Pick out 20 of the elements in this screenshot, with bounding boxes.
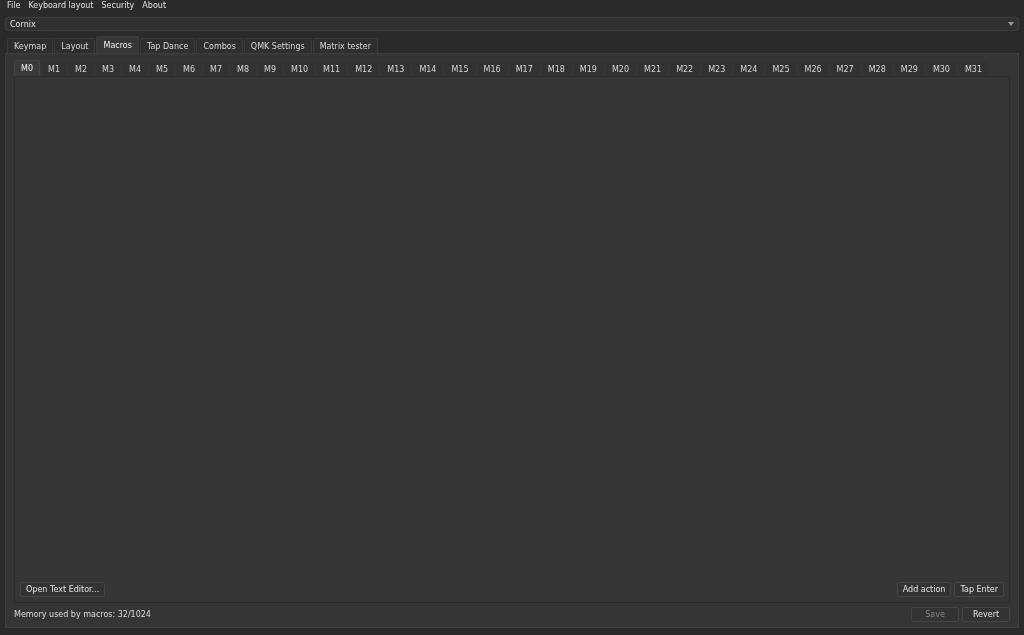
open-editor-button[interactable]: Open Text Editor... (20, 582, 106, 597)
memory-status: Memory used by macros: 32/1024 (14, 610, 151, 619)
tab[interactable]: Layout (54, 38, 96, 53)
menu-item[interactable]: File (3, 0, 25, 11)
tab[interactable]: Matrix tester (312, 38, 378, 53)
menu-item[interactable]: About (138, 0, 170, 11)
caret-icon (1008, 22, 1014, 26)
action-button[interactable]: Add action (896, 582, 952, 597)
action-button[interactable]: Tap Enter (954, 582, 1004, 597)
device-dropdown[interactable]: Cornix (5, 17, 1019, 31)
menu-item[interactable]: Keyboard layout (24, 0, 98, 11)
tab[interactable]: Keymap (7, 38, 54, 53)
tab[interactable]: QMK Settings (243, 38, 312, 53)
tab[interactable]: Combos (196, 38, 243, 53)
macro-tab[interactable]: M0 (14, 60, 40, 76)
tab[interactable]: Tap Dance (139, 38, 196, 53)
tab[interactable]: Macros (96, 36, 139, 53)
dropdown-value: Cornix (10, 19, 36, 29)
menu-item[interactable]: Security (97, 0, 139, 11)
footer-button[interactable]: Revert (962, 607, 1010, 622)
